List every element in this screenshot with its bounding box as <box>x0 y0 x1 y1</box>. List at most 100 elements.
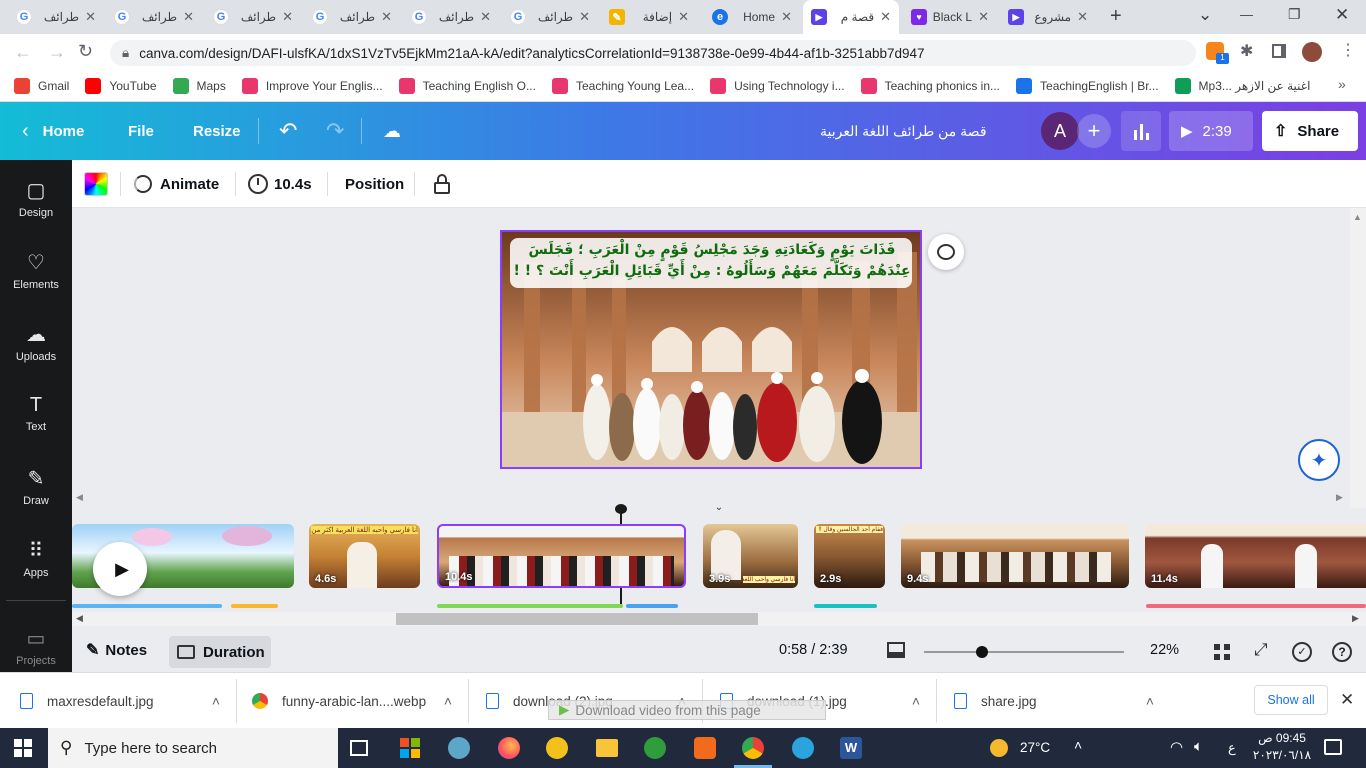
sidebar-item-text[interactable]: T Text <box>0 394 72 433</box>
app-icon[interactable] <box>546 737 568 759</box>
zoom-slider-thumb[interactable] <box>976 646 988 658</box>
comment-button[interactable] <box>928 234 964 270</box>
add-collaborator-button[interactable]: + <box>1077 114 1111 148</box>
download-item[interactable]: funny-arabic-lan....webp ˄ <box>252 673 462 729</box>
audio-track[interactable] <box>1146 604 1366 608</box>
bookmark-item[interactable]: Using Technology i... <box>710 77 845 94</box>
show-all-downloads-button[interactable]: Show all <box>1254 685 1328 715</box>
scrollbar-thumb[interactable] <box>396 613 758 625</box>
close-tab-icon[interactable]: ✕ <box>579 9 590 25</box>
close-tab-icon[interactable]: ✕ <box>183 9 194 25</box>
reload-icon[interactable]: ↻ <box>78 41 93 62</box>
fullscreen-icon[interactable]: ⤢ <box>1254 640 1268 660</box>
slide-caption-text[interactable]: فَذَاتَ يَوْمٍ وَكَعَادَتِهِ وَجَدَ مَجْ… <box>512 240 912 282</box>
cloud-saved-icon[interactable]: ☁ <box>383 102 401 160</box>
chevron-up-icon[interactable]: ˄ <box>912 693 920 709</box>
close-tab-icon[interactable]: ✕ <box>282 9 293 25</box>
file-explorer-icon[interactable] <box>596 739 618 757</box>
bookmark-item[interactable]: Teaching English O... <box>398 77 536 94</box>
bookmark-item[interactable]: YouTube <box>85 77 157 94</box>
zoom-level[interactable]: 22% <box>1150 642 1179 658</box>
browser-tab[interactable]: ▶ مشروع ✕ <box>1000 0 1096 34</box>
zoom-slider-track[interactable] <box>924 651 1124 653</box>
timeline-collapse-tab[interactable]: ⌄ <box>682 498 756 516</box>
input-language[interactable]: ع <box>1228 740 1236 756</box>
grid-view-icon[interactable] <box>1214 644 1230 660</box>
resize-button[interactable]: Resize <box>193 102 241 160</box>
bookmark-item[interactable]: Improve Your Englis... <box>241 77 383 94</box>
download-video-overlay[interactable]: ▶ Download video from this page <box>548 700 826 720</box>
volume-icon[interactable]: 🔈︎ <box>1194 738 1203 755</box>
extensions-puzzle-icon[interactable]: ✱ <box>1240 41 1253 61</box>
close-tab-icon[interactable]: ✕ <box>85 9 96 25</box>
chevron-up-icon[interactable]: ˄ <box>444 693 452 709</box>
telegram-icon[interactable] <box>792 737 814 759</box>
scroll-right-icon[interactable]: ▶ <box>1352 613 1359 624</box>
duration-button[interactable]: 10.4s <box>248 160 312 208</box>
restore-icon[interactable]: ❐ <box>1288 6 1301 23</box>
scroll-left-icon[interactable]: ◀ <box>76 613 83 624</box>
browser-tab[interactable]: ✎ إضافة ✕ <box>601 0 697 34</box>
weather-temperature[interactable]: 27°C <box>1020 740 1050 755</box>
user-avatar[interactable]: A <box>1041 112 1079 150</box>
timeline-clip[interactable]: أنا فارسي واحبه اللغة العربية اكثر من ال… <box>309 524 420 588</box>
playhead-handle[interactable] <box>615 504 627 514</box>
taskbar-search-box[interactable]: ⚲ Type here to search <box>48 728 338 768</box>
tray-chevron-icon[interactable]: ˄ <box>1074 737 1082 753</box>
vertical-scrollbar[interactable] <box>1350 208 1366 508</box>
network-icon[interactable]: ◠ <box>1170 738 1183 756</box>
sidebar-item-draw[interactable]: ✎ Draw <box>0 466 72 507</box>
browser-tab[interactable]: ♥ Black L ✕ <box>903 0 997 34</box>
bookmark-item[interactable]: Maps <box>172 77 226 94</box>
bookmark-item[interactable]: Teaching Young Lea... <box>551 77 694 94</box>
close-window-icon[interactable]: ✕ <box>1335 5 1349 25</box>
task-view-icon[interactable] <box>350 740 368 756</box>
audio-track[interactable] <box>814 604 877 608</box>
browser-tab[interactable]: G طرائف ✕ <box>8 0 104 34</box>
notifications-icon[interactable] <box>1324 739 1342 755</box>
redo-icon[interactable]: ↷ <box>326 102 344 160</box>
bookmark-item[interactable]: TeachingEnglish | Br... <box>1016 77 1159 94</box>
color-picker-icon[interactable] <box>84 172 108 196</box>
browser-tab[interactable]: ▶ قصة م ✕ <box>803 0 899 34</box>
side-panel-icon[interactable] <box>1272 44 1286 58</box>
audio-track[interactable] <box>626 604 678 608</box>
scroll-up-icon[interactable]: ▲ <box>1353 212 1362 222</box>
browser-menu-icon[interactable]: ⋮ <box>1340 40 1356 60</box>
more-bookmarks-icon[interactable]: » <box>1338 76 1346 92</box>
store-icon[interactable] <box>400 738 420 758</box>
clock-time[interactable]: 09:45 ص <box>1255 731 1309 745</box>
animate-button[interactable]: Animate <box>134 160 219 208</box>
firefox-icon[interactable] <box>498 737 520 759</box>
slide-canvas[interactable]: فَذَاتَ يَوْمٍ وَكَعَادَتِهِ وَجَدَ مَجْ… <box>500 230 922 469</box>
notes-button[interactable]: ✎ Notes <box>86 634 147 666</box>
download-item[interactable]: maxresdefault.jpg ˄ <box>20 673 230 729</box>
chrome-icon[interactable] <box>742 737 764 759</box>
duration-toggle-button[interactable]: Duration <box>169 636 271 668</box>
position-button[interactable]: Position <box>345 160 404 208</box>
windows-start-icon[interactable] <box>14 739 32 757</box>
audio-track[interactable] <box>72 604 222 608</box>
new-tab-icon[interactable]: + <box>1110 5 1122 28</box>
magic-assistant-button[interactable]: ✦ <box>1298 439 1340 481</box>
undo-icon[interactable]: ↶ <box>279 102 297 160</box>
close-tab-icon[interactable]: ✕ <box>480 9 491 25</box>
bookmark-item[interactable]: Gmail <box>14 77 69 94</box>
sidebar-item-projects[interactable]: ▭ Projects <box>0 626 72 667</box>
file-menu-button[interactable]: File <box>128 102 154 160</box>
pdf-app-icon[interactable] <box>694 737 716 759</box>
timeline-clip[interactable]: 11.4s <box>1145 524 1366 588</box>
scroll-left-icon[interactable]: ◀ <box>76 492 83 503</box>
chevron-up-icon[interactable]: ˄ <box>1146 693 1154 709</box>
page-view-icon[interactable] <box>887 642 905 658</box>
bookmark-item[interactable]: Teaching phonics in... <box>860 77 1000 94</box>
tab-search-icon[interactable]: ⌄ <box>1198 5 1212 25</box>
back-icon[interactable]: ← <box>14 42 32 63</box>
browser-tab[interactable]: e Home ✕ <box>704 0 800 34</box>
close-tab-icon[interactable]: ✕ <box>678 9 689 25</box>
clock-date[interactable]: ٢٠٢٣/٠٦/١٨ <box>1252 748 1312 762</box>
timeline-clip[interactable]: فقام أحد الجالسين وقال !! 2.9s <box>814 524 885 588</box>
word-icon[interactable]: W <box>840 737 862 759</box>
minimize-icon[interactable]: — <box>1240 7 1253 22</box>
share-button[interactable]: ⇧ Share <box>1262 111 1358 151</box>
